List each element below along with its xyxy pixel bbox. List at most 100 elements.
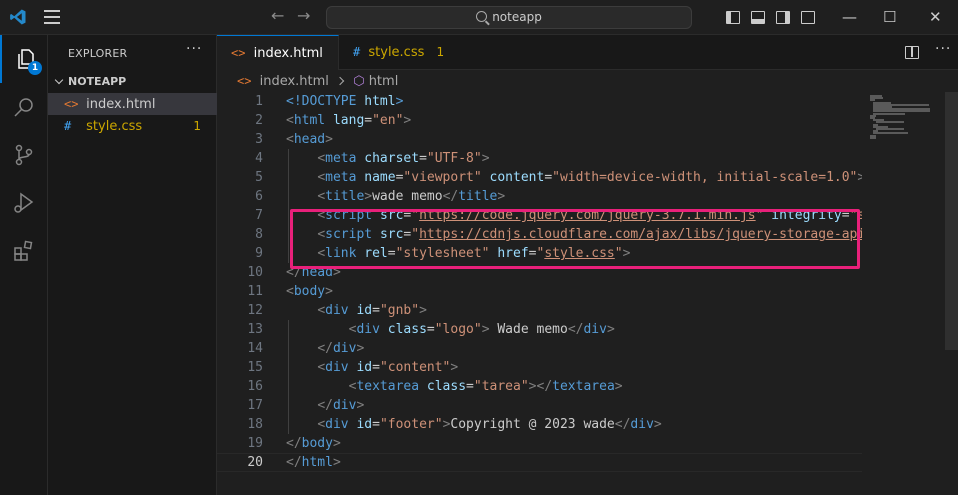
code-editor[interactable]: 1 2 3 4 5 6 7 8 9 10 11 12 13 14 15 16 17 18 19 20 <!DOCTYP…	[217, 92, 958, 495]
code-token: </	[567, 322, 584, 337]
code-line[interactable]: <meta name="viewport" content="width=dev…	[286, 168, 862, 187]
breadcrumb-symbol[interactable]: html	[369, 74, 399, 89]
symbol-icon: ⬡	[353, 74, 365, 89]
line-number: 2	[255, 113, 263, 128]
breadcrumb-file[interactable]: index.html	[260, 74, 329, 89]
forward-arrow-icon[interactable]: →	[297, 6, 310, 25]
code-line[interactable]: <div class="logo"> Wade memo</div>	[286, 320, 862, 339]
code-line[interactable]: <div id="footer">Copyright @ 2023 wade</…	[286, 415, 862, 434]
code-content[interactable]: <!DOCTYPE html> <html lang="en"> <head> <m…	[286, 92, 862, 472]
sidebar-title: EXPLORER	[68, 47, 128, 60]
code-token: id	[356, 417, 373, 432]
code-token: "content"	[379, 360, 451, 375]
more-actions-icon[interactable]: ···	[186, 41, 202, 57]
line-number: 4	[255, 151, 263, 166]
code-token: id	[356, 303, 373, 318]
search-activity[interactable]	[0, 83, 48, 131]
code-line[interactable]: <head>	[286, 130, 862, 149]
html-file-icon: <>	[237, 74, 252, 88]
code-line[interactable]: <textarea class="tarea"></textarea>	[286, 377, 862, 396]
code-line[interactable]: <html lang="en">	[286, 111, 862, 130]
line-number-gutter: 1 2 3 4 5 6 7 8 9 10 11 12 13 14 15 16 17 18 19 20	[217, 92, 263, 472]
line-number: 11	[247, 284, 263, 299]
more-actions-icon[interactable]: ···	[935, 41, 951, 57]
minimize-button[interactable]: —	[842, 8, 857, 26]
customize-layout-icon[interactable]	[801, 11, 815, 24]
editor-tab-bar: <> index.html # style.css 1 ···	[217, 35, 958, 91]
run-debug-activity[interactable]	[0, 179, 48, 227]
file-label: index.html	[86, 97, 156, 112]
code-line[interactable]: </body>	[286, 434, 862, 453]
code-line[interactable]: <!DOCTYPE html>	[286, 92, 862, 111]
search-icon	[476, 11, 488, 22]
minimap[interactable]	[862, 92, 958, 495]
line-number: 7	[255, 208, 263, 223]
code-token: >	[356, 341, 365, 356]
code-token: >	[481, 151, 490, 166]
minimap-line	[873, 112, 906, 115]
code-token: title	[458, 189, 498, 204]
code-line[interactable]: <body>	[286, 282, 862, 301]
code-token: =	[372, 417, 380, 432]
source-control-activity[interactable]	[0, 131, 48, 179]
code-token: </	[614, 417, 631, 432]
code-line[interactable]: <div id="content">	[286, 358, 862, 377]
toggle-primary-sidebar-icon[interactable]	[726, 11, 740, 24]
code-token: =	[372, 303, 380, 318]
tab-label: index.html	[253, 46, 323, 61]
chevron-right-icon	[335, 76, 345, 86]
back-arrow-icon[interactable]: ←	[271, 6, 284, 25]
editor-scrollbar[interactable]	[945, 92, 958, 350]
code-line[interactable]: <title>wade memo</title>	[286, 187, 862, 206]
line-number: 15	[247, 360, 263, 375]
code-line[interactable]: </div>	[286, 339, 862, 358]
split-editor-icon[interactable]	[905, 46, 919, 59]
minimap-line	[873, 132, 909, 135]
code-token: </	[442, 189, 459, 204]
maximize-button[interactable]: ☐	[883, 8, 896, 26]
explorer-badge: 1	[28, 61, 42, 75]
folder-noteapp[interactable]: NOTEAPP	[48, 71, 217, 93]
file-item-style-css[interactable]: # style.css 1	[48, 115, 217, 137]
code-line[interactable]: <div id="gnb">	[286, 301, 862, 320]
code-token: class	[426, 379, 467, 394]
toggle-panel-icon[interactable]	[751, 11, 765, 24]
code-token: =	[426, 322, 435, 337]
toggle-secondary-sidebar-icon[interactable]	[776, 11, 790, 24]
line-number: 5	[255, 170, 263, 185]
code-token: div	[332, 398, 357, 413]
explorer-activity[interactable]: 1	[0, 35, 48, 83]
code-token: =	[364, 113, 373, 128]
code-token: >	[325, 132, 333, 147]
code-token: meta	[325, 151, 365, 166]
code-token: "gnb"	[379, 303, 420, 318]
line-number: 20	[247, 455, 263, 470]
code-line[interactable]: </div>	[286, 396, 862, 415]
code-token: >	[356, 398, 365, 413]
close-button[interactable]: ✕	[929, 8, 942, 26]
code-token: "en"	[372, 113, 404, 128]
code-token: ></	[528, 379, 553, 394]
code-token: "UTF-8"	[426, 151, 482, 166]
extensions-activity[interactable]	[0, 227, 48, 275]
line-number: 10	[247, 265, 263, 280]
code-token: title	[325, 189, 365, 204]
code-token: <	[286, 132, 294, 147]
folder-label: NOTEAPP	[68, 75, 127, 88]
file-item-index-html[interactable]: <> index.html	[48, 93, 217, 115]
code-token: >	[606, 322, 615, 337]
code-token: class	[387, 322, 427, 337]
menu-icon[interactable]	[44, 10, 62, 24]
line-number: 3	[255, 132, 263, 147]
code-token: Wade memo	[489, 322, 568, 337]
tab-style-css[interactable]: # style.css 1	[339, 35, 457, 70]
code-token: >	[403, 113, 412, 128]
command-center-search[interactable]: noteapp	[326, 6, 692, 29]
code-line[interactable]: <meta charset="UTF-8">	[286, 149, 862, 168]
tab-index-html[interactable]: <> index.html	[217, 35, 339, 91]
code-token: >	[450, 360, 459, 375]
code-token: div	[630, 417, 654, 432]
code-line[interactable]: </html>	[286, 453, 862, 472]
